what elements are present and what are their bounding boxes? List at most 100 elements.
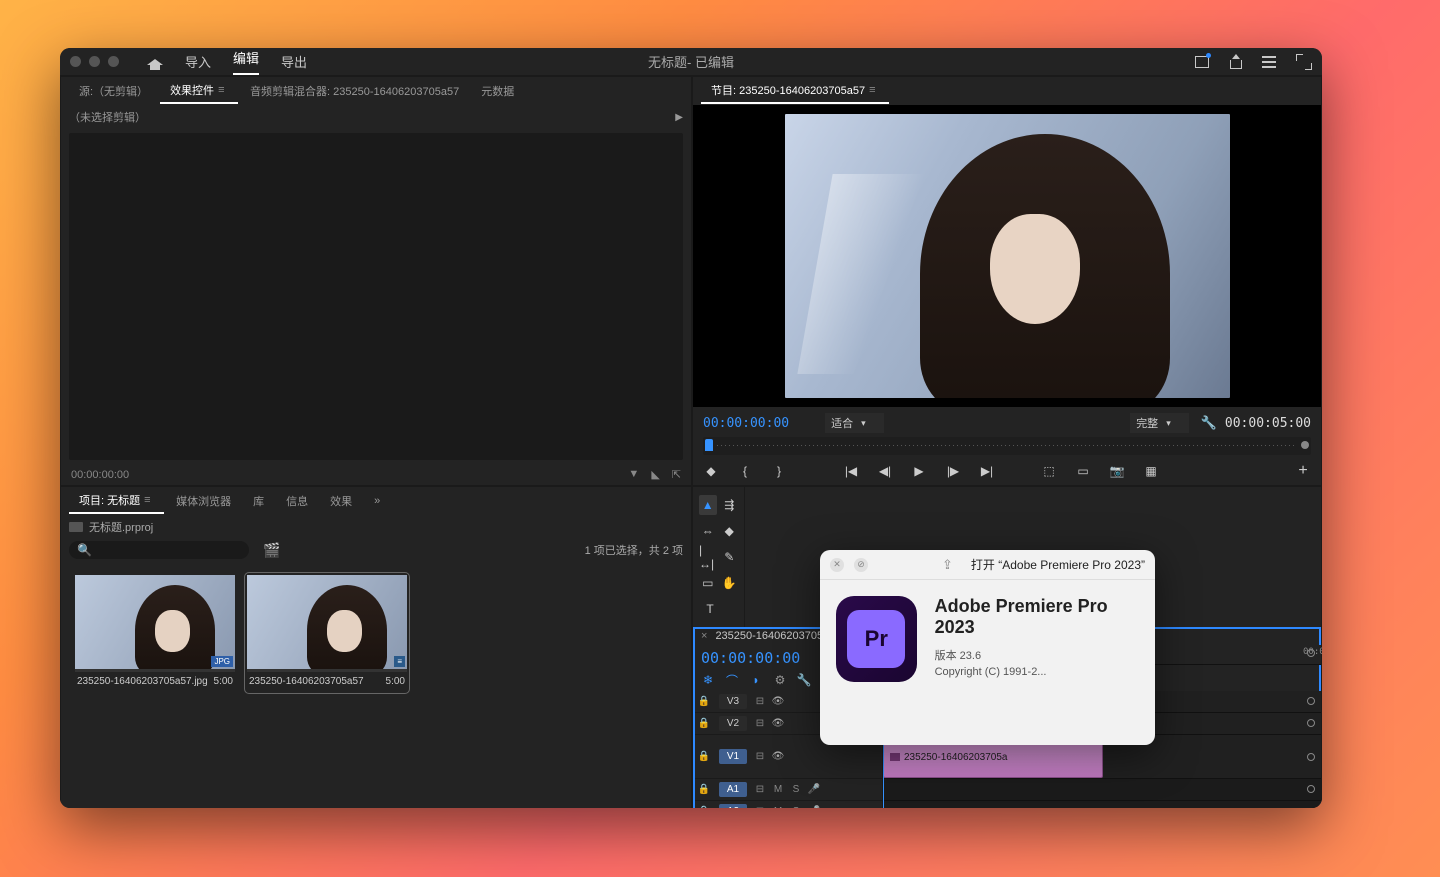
- slip-tool-icon[interactable]: |↔|: [699, 547, 717, 567]
- nav-edit[interactable]: 编辑: [233, 48, 259, 75]
- rectangle-tool-icon[interactable]: ▭: [699, 573, 717, 593]
- razor-tool-icon[interactable]: ◆: [721, 521, 739, 541]
- sync-lock-icon[interactable]: ⊟: [751, 806, 769, 808]
- eye-icon[interactable]: 👁: [769, 718, 787, 729]
- sync-lock-icon[interactable]: ⊟: [751, 751, 769, 762]
- sync-lock-icon[interactable]: ⊟: [751, 718, 769, 729]
- program-timecode-in[interactable]: 00:00:00:00: [703, 416, 789, 431]
- about-close-icon[interactable]: ✕: [830, 558, 844, 572]
- tab-source[interactable]: 源:（无剪辑）: [69, 79, 158, 103]
- zoom-dropdown[interactable]: 适合: [825, 413, 884, 433]
- snap-icon[interactable]: ❄: [701, 673, 715, 687]
- settings-icon[interactable]: ⚙: [773, 673, 787, 687]
- tab-effects[interactable]: 效果: [320, 489, 362, 513]
- mic-icon[interactable]: 🎤: [805, 806, 823, 808]
- settings-icon[interactable]: 🔧: [1201, 415, 1217, 431]
- tab-effect-controls[interactable]: 效果控件≡: [160, 78, 238, 104]
- tab-program[interactable]: 节目: 235250-16406203705a57≡: [701, 78, 889, 104]
- sync-lock-icon[interactable]: ⊟: [751, 784, 769, 795]
- lock-icon[interactable]: 🔒: [693, 784, 715, 795]
- lock-icon[interactable]: 🔒: [693, 696, 715, 707]
- titlebar: 导入 编辑 导出 无标题- 已编辑: [60, 48, 1322, 76]
- fullscreen-icon[interactable]: [1296, 54, 1312, 70]
- step-forward-icon[interactable]: |▶: [945, 463, 961, 479]
- pen-tool-icon[interactable]: ✎: [721, 547, 739, 567]
- ripple-tool-icon[interactable]: ⇔: [699, 521, 717, 541]
- project-item-0[interactable]: JPG 235250-16406203705a57.jpg5:00: [75, 575, 235, 691]
- tag-icon[interactable]: ◣: [651, 468, 659, 481]
- about-open-label[interactable]: 打开 “Adobe Premiere Pro 2023”: [971, 556, 1145, 573]
- lock-icon[interactable]: 🔒: [693, 718, 715, 729]
- program-viewer[interactable]: [693, 105, 1321, 407]
- tab-project[interactable]: 项目: 无标题≡: [69, 488, 164, 514]
- add-marker-icon[interactable]: ◆: [703, 463, 719, 479]
- nav-export[interactable]: 导出: [281, 52, 307, 71]
- go-to-in-icon[interactable]: |◀: [843, 463, 859, 479]
- quality-dropdown[interactable]: 完整: [1130, 413, 1189, 433]
- tab-metadata[interactable]: 元数据: [471, 79, 524, 103]
- hand-tool-icon[interactable]: ✋: [721, 573, 739, 593]
- zoom-dot[interactable]: [108, 56, 119, 67]
- tab-media-browser[interactable]: 媒体浏览器: [166, 489, 241, 513]
- close-sequence-icon[interactable]: ×: [701, 630, 707, 642]
- button-editor-icon[interactable]: +: [1295, 463, 1311, 479]
- project-item-1[interactable]: ≡ 235250-16406203705a575:00: [247, 575, 407, 691]
- minimize-dot[interactable]: [89, 56, 100, 67]
- project-panel: 项目: 无标题≡ 媒体浏览器 库 信息 效果 » 无标题.prproj 🔍 🎬 …: [60, 486, 692, 808]
- linked-selection-icon[interactable]: ⌒: [725, 673, 739, 687]
- export-frame-icon[interactable]: 📷: [1109, 463, 1125, 479]
- extract-icon[interactable]: ▭: [1075, 463, 1091, 479]
- track-a2-header[interactable]: 🔒 A2 ⊟ M S 🎤: [693, 801, 882, 808]
- lock-icon[interactable]: 🔒: [693, 806, 715, 808]
- new-bin-icon[interactable]: 🎬: [263, 542, 280, 559]
- mark-in-icon[interactable]: {: [737, 463, 753, 479]
- tab-info[interactable]: 信息: [276, 489, 318, 513]
- nav-import[interactable]: 导入: [185, 52, 211, 71]
- tab-overflow[interactable]: »: [364, 491, 390, 511]
- program-timecode-out: 00:00:05:00: [1225, 416, 1311, 431]
- eye-icon[interactable]: 👁: [769, 696, 787, 707]
- tab-library[interactable]: 库: [243, 489, 274, 513]
- lift-icon[interactable]: ⬚: [1041, 463, 1057, 479]
- about-share-icon[interactable]: ⇪: [942, 557, 953, 573]
- share-icon[interactable]: [1228, 54, 1244, 70]
- type-tool-icon[interactable]: T: [699, 599, 721, 619]
- program-mini-timeline[interactable]: [703, 437, 1311, 455]
- about-help-icon[interactable]: ⊘: [854, 558, 868, 572]
- close-dot[interactable]: [70, 56, 81, 67]
- zoom-handle-icon[interactable]: [1307, 785, 1315, 793]
- disclosure-icon[interactable]: ▶: [675, 112, 683, 123]
- search-field[interactable]: [96, 544, 241, 556]
- wrench-icon[interactable]: 🔧: [797, 673, 811, 687]
- workspaces-icon[interactable]: [1262, 54, 1278, 70]
- quick-export-icon[interactable]: [1194, 54, 1210, 70]
- home-icon[interactable]: [147, 55, 163, 69]
- about-title: Adobe Premiere Pro 2023: [935, 596, 1139, 637]
- export-frame-icon[interactable]: ⇱: [672, 468, 681, 481]
- search-input[interactable]: 🔍: [69, 541, 249, 559]
- sync-lock-icon[interactable]: ⊟: [751, 696, 769, 707]
- go-to-out-icon[interactable]: ▶|: [979, 463, 995, 479]
- mark-out-icon[interactable]: }: [771, 463, 787, 479]
- zoom-handle-icon[interactable]: [1307, 719, 1315, 727]
- zoom-handle-icon[interactable]: [1307, 697, 1315, 705]
- eye-icon[interactable]: 👁: [769, 751, 787, 762]
- comparison-icon[interactable]: ▦: [1143, 463, 1159, 479]
- track-select-tool-icon[interactable]: ⇶: [721, 495, 739, 515]
- track-a1-header[interactable]: 🔒 A1 ⊟ M S 🎤: [693, 779, 882, 801]
- zoom-handle-icon[interactable]: [1307, 649, 1315, 657]
- filter-icon[interactable]: ▼: [628, 468, 639, 481]
- project-filename: 无标题.prproj: [89, 519, 153, 535]
- play-icon[interactable]: ▶: [911, 463, 927, 479]
- tab-audio-mixer[interactable]: 音频剪辑混合器: 235250-16406203705a57: [240, 79, 469, 103]
- selection-tool-icon[interactable]: ▲: [699, 495, 717, 515]
- lock-icon[interactable]: 🔒: [693, 751, 715, 762]
- source-timecode: 00:00:00:00: [71, 469, 129, 481]
- mic-icon[interactable]: 🎤: [805, 784, 823, 795]
- video-frame: [785, 114, 1230, 398]
- timeline-timecode[interactable]: 00:00:00:00: [701, 649, 800, 667]
- step-back-icon[interactable]: ◀|: [877, 463, 893, 479]
- project-icon: [69, 522, 83, 532]
- zoom-handle-icon[interactable]: [1307, 753, 1315, 761]
- marker-icon[interactable]: ◗: [749, 673, 763, 687]
